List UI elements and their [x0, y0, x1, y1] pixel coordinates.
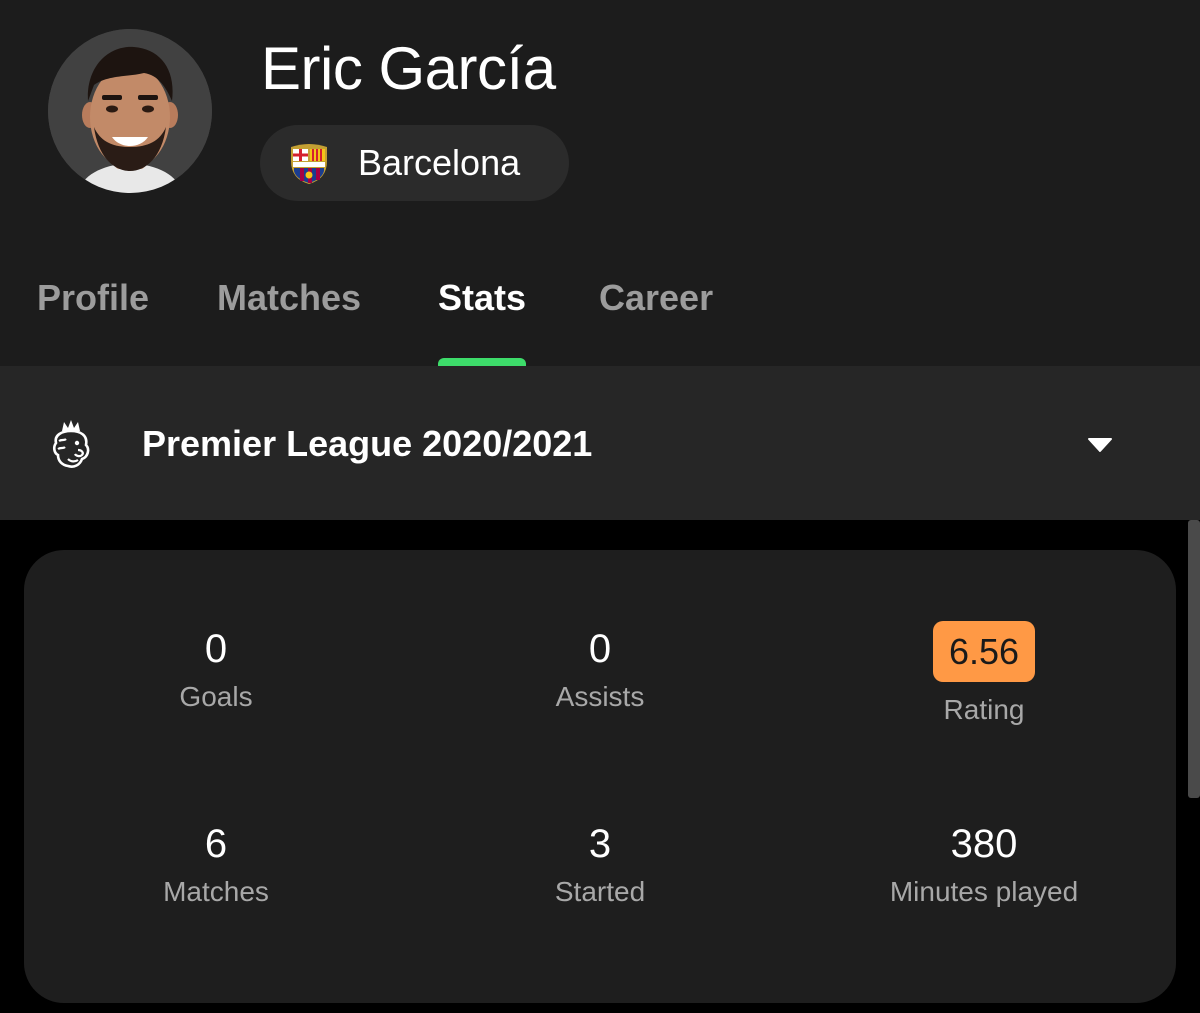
stat-label: Started — [554, 876, 646, 907]
player-name: Eric García — [261, 35, 556, 102]
stat-value: 0 — [204, 627, 228, 671]
stat-value: 3 — [588, 822, 612, 866]
premier-league-lion-icon — [52, 420, 90, 468]
stat-rating: 6.56 Rating — [792, 621, 1176, 728]
stat-value: 6 — [204, 822, 228, 866]
stat-label: Rating — [943, 694, 1025, 725]
stat-label: Assists — [555, 681, 645, 712]
stat-label: Matches — [163, 876, 269, 907]
stat-assists: 0 Assists — [408, 625, 792, 715]
tab-profile[interactable]: Profile — [37, 276, 149, 320]
stat-value: 380 — [950, 822, 1018, 866]
stat-matches: 6 Matches — [24, 820, 408, 910]
active-tab-indicator — [438, 358, 526, 366]
tab-matches[interactable]: Matches — [217, 276, 361, 320]
rating-badge: 6.56 — [932, 621, 1036, 682]
stat-label: Goals — [179, 681, 253, 712]
team-name: Barcelona — [358, 142, 521, 183]
stat-started: 3 Started — [408, 820, 792, 910]
stat-label: Minutes played — [889, 876, 1079, 907]
stat-minutes-played: 380 Minutes played — [792, 820, 1176, 910]
stat-goals: 0 Goals — [24, 625, 408, 715]
team-chip[interactable]: Barcelona — [260, 125, 569, 201]
tab-bar: Profile Matches Stats Career — [0, 262, 1200, 366]
player-header: Eric García Barcelona Profile Matches St… — [0, 0, 1200, 366]
stat-value: 0 — [588, 627, 612, 671]
tab-career[interactable]: Career — [599, 276, 713, 320]
player-stats-screen: Eric García Barcelona Profile Matches St… — [0, 0, 1200, 1013]
scrollbar[interactable] — [1188, 520, 1200, 798]
league-name: Premier League 2020/2021 — [142, 423, 593, 464]
league-selector[interactable]: Premier League 2020/2021 — [0, 366, 1200, 520]
stats-card: 0 Goals 0 Assists 6.56 Rating 6 Matches … — [24, 550, 1176, 1003]
player-avatar — [48, 29, 212, 193]
tab-stats[interactable]: Stats — [438, 276, 526, 320]
barcelona-crest-icon — [291, 144, 327, 184]
caret-down-icon[interactable] — [1087, 437, 1113, 453]
